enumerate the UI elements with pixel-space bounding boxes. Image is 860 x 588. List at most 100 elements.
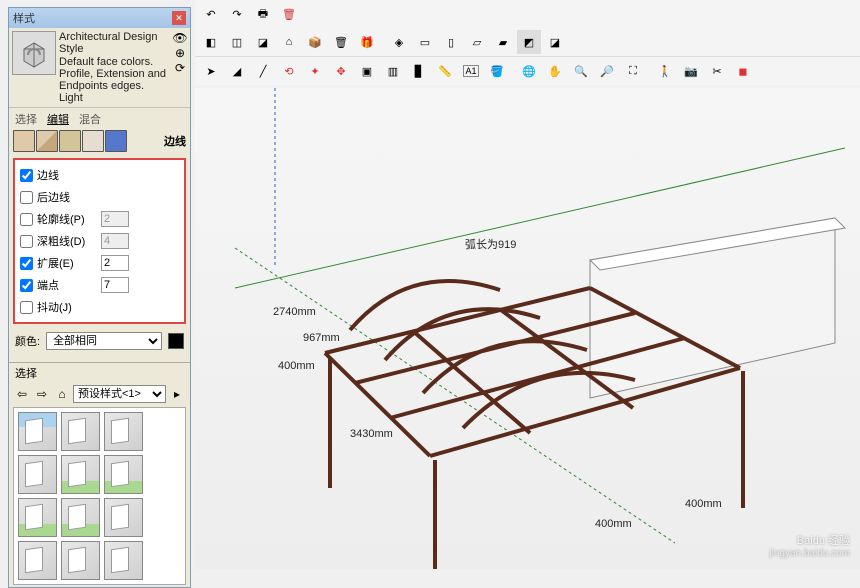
- show-icon[interactable]: 👁: [173, 31, 187, 45]
- style-preset-12[interactable]: [104, 541, 143, 580]
- arc-dimension: 弧长为919: [465, 236, 516, 252]
- watermark-url: jingyan.baidu.com: [769, 548, 850, 559]
- style-preset-3[interactable]: [104, 412, 143, 451]
- depth-checkbox[interactable]: [20, 235, 33, 248]
- extend-checkbox[interactable]: [20, 257, 33, 270]
- profile-input[interactable]: [101, 211, 129, 227]
- undo-button[interactable]: ↶: [199, 2, 223, 26]
- front-view-icon[interactable]: ▭: [413, 30, 437, 54]
- line-tool-icon[interactable]: ╱: [251, 59, 275, 83]
- active-view-icon[interactable]: ◩: [517, 30, 541, 54]
- scale-tool-icon[interactable]: ▥: [381, 59, 405, 83]
- edge-options-box: 边线 后边线 轮廓线(P) 深粗线(D) 扩展(E) 端点 抖动(J: [13, 158, 186, 324]
- edge-checkbox[interactable]: [20, 169, 33, 182]
- persp-view-icon[interactable]: ◪: [543, 30, 567, 54]
- preset-select[interactable]: 预设样式<1>: [73, 385, 166, 403]
- dim-400b: 400mm: [595, 518, 632, 530]
- endpoint-input[interactable]: [101, 277, 129, 293]
- eraser-tool-icon[interactable]: ◢: [225, 59, 249, 83]
- endpoint-checkbox[interactable]: [20, 279, 33, 292]
- house-icon[interactable]: ⌂: [277, 30, 301, 54]
- depth-label: 深粗线(D): [37, 233, 97, 249]
- details-icon[interactable]: ▸: [168, 385, 186, 403]
- zoom-extents-icon[interactable]: ⛶: [621, 59, 645, 83]
- dim-400a: 400mm: [278, 360, 315, 372]
- watermark: Baidu 经验 jingyan.baidu.com: [769, 532, 850, 559]
- move-tool-icon[interactable]: ✥: [329, 59, 353, 83]
- circle-tool-icon[interactable]: ✦: [303, 59, 327, 83]
- extend-input[interactable]: [101, 255, 129, 271]
- redo-button[interactable]: ↷: [225, 2, 249, 26]
- back-edge-label: 后边线: [37, 189, 97, 205]
- select-tool-icon[interactable]: ➤: [199, 59, 223, 83]
- background-settings-icon[interactable]: [59, 130, 81, 152]
- toolbar-row-1: ↶ ↷ 🖶 🗑: [195, 0, 860, 28]
- endpoint-label: 端点: [37, 277, 97, 293]
- style-preset-7[interactable]: [18, 498, 57, 537]
- edge-settings-icon[interactable]: [13, 130, 35, 152]
- box-shade-icon[interactable]: ◧: [199, 30, 223, 54]
- panel-tabs: 选择 编辑 混合: [9, 107, 190, 128]
- style-grid: [13, 407, 186, 585]
- color-select[interactable]: 全部相同: [46, 332, 162, 350]
- arc-tool-icon[interactable]: ⟲: [277, 59, 301, 83]
- modeling-settings-icon[interactable]: [105, 130, 127, 152]
- style-preset-2[interactable]: [61, 412, 100, 451]
- person-tool-icon[interactable]: 🚶: [653, 59, 677, 83]
- jitter-label: 抖动(J): [37, 299, 97, 315]
- new-style-icon[interactable]: ⊕: [173, 46, 187, 60]
- tab-select[interactable]: 选择: [15, 110, 37, 128]
- tab-mix[interactable]: 混合: [79, 110, 101, 128]
- nav-home-icon[interactable]: ⌂: [53, 385, 71, 403]
- style-preset-10[interactable]: [18, 541, 57, 580]
- watermark-settings-icon[interactable]: [82, 130, 104, 152]
- side-view-icon[interactable]: ▯: [439, 30, 463, 54]
- style-preset-4[interactable]: [18, 455, 57, 494]
- close-icon[interactable]: ✕: [172, 11, 186, 25]
- style-preset-5[interactable]: [61, 455, 100, 494]
- section-tool-icon[interactable]: ✂: [705, 59, 729, 83]
- extension-icon[interactable]: ◼: [731, 59, 755, 83]
- offset-tool-icon[interactable]: ▊: [407, 59, 431, 83]
- jitter-checkbox[interactable]: [20, 301, 33, 314]
- orbit-tool-icon[interactable]: 🌐: [517, 59, 541, 83]
- section-label: 边线: [164, 133, 186, 149]
- zoom-tool-icon[interactable]: 🔍: [569, 59, 593, 83]
- nav-forward-icon[interactable]: ⇨: [33, 385, 51, 403]
- style-preset-11[interactable]: [61, 541, 100, 580]
- style-preset-8[interactable]: [61, 498, 100, 537]
- back-edge-checkbox[interactable]: [20, 191, 33, 204]
- open-box-icon[interactable]: 📦: [303, 30, 327, 54]
- face-settings-icon[interactable]: [36, 130, 58, 152]
- profile-checkbox[interactable]: [20, 213, 33, 226]
- style-preset-1[interactable]: [18, 412, 57, 451]
- tab-edit[interactable]: 编辑: [47, 110, 69, 128]
- delete-button[interactable]: 🗑: [277, 2, 301, 26]
- panel-titlebar: 样式 ✕: [9, 8, 190, 28]
- pan-tool-icon[interactable]: ✋: [543, 59, 567, 83]
- bottom-view-icon[interactable]: ▰: [491, 30, 515, 54]
- color-swatch[interactable]: [168, 333, 184, 349]
- paint-tool-icon[interactable]: 🪣: [485, 59, 509, 83]
- nav-back-icon[interactable]: ⇦: [13, 385, 31, 403]
- box-open-icon[interactable]: 🎁: [355, 30, 379, 54]
- pushpull-tool-icon[interactable]: ▣: [355, 59, 379, 83]
- trash-icon[interactable]: 🗑: [329, 30, 353, 54]
- tape-tool-icon[interactable]: 📏: [433, 59, 457, 83]
- color-label: 颜色:: [15, 333, 40, 349]
- box-wire-icon[interactable]: ◫: [225, 30, 249, 54]
- style-thumbnail[interactable]: [12, 31, 56, 75]
- style-preset-6[interactable]: [104, 455, 143, 494]
- depth-input[interactable]: [101, 233, 129, 249]
- style-preset-9[interactable]: [104, 498, 143, 537]
- box-fill-icon[interactable]: ◪: [251, 30, 275, 54]
- camera-tool-icon[interactable]: 📷: [679, 59, 703, 83]
- toolbar-row-2: ◧ ◫ ◪ ⌂ 📦 🗑 🎁 ◈ ▭ ▯ ▱ ▰ ◩ ◪: [195, 28, 860, 56]
- print-button[interactable]: 🖶: [251, 2, 275, 26]
- zoom-window-icon[interactable]: 🔎: [595, 59, 619, 83]
- text-tool-icon[interactable]: A1: [459, 59, 483, 83]
- iso-view-icon[interactable]: ◈: [387, 30, 411, 54]
- top-view-icon[interactable]: ▱: [465, 30, 489, 54]
- model-viewport[interactable]: 弧长为919 400mm 967mm 2740mm 3430mm 400mm 4…: [195, 88, 860, 569]
- refresh-icon[interactable]: ⟳: [173, 61, 187, 75]
